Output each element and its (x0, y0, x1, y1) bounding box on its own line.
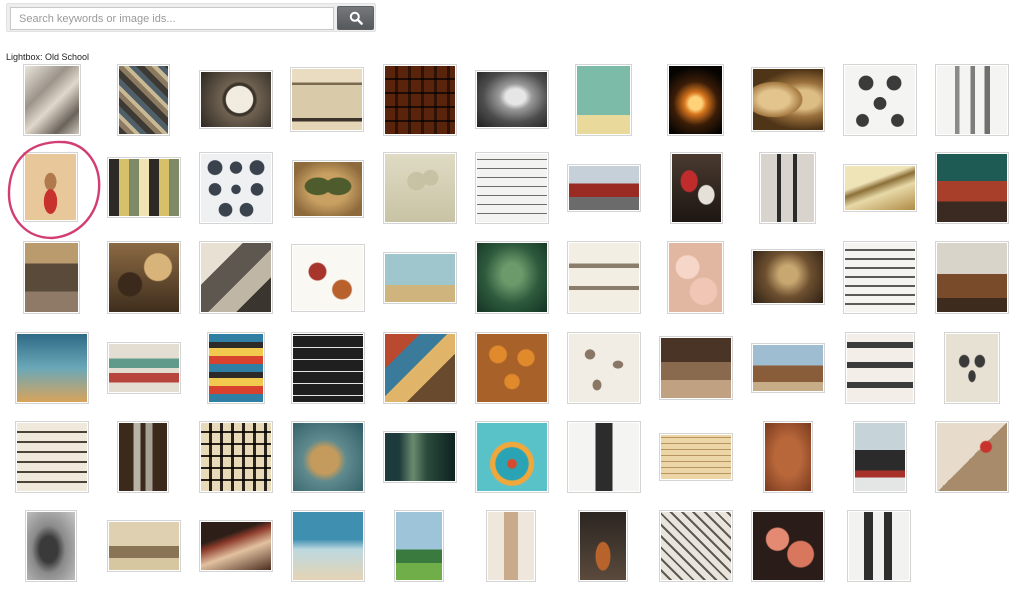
thumb-r4-c1[interactable] (15, 332, 89, 404)
thumb-r3-c2[interactable] (107, 241, 181, 314)
thumb-r5-c1[interactable] (15, 421, 89, 493)
thumb-r6-c5[interactable] (394, 510, 444, 582)
thumb-r2-c5[interactable] (383, 152, 457, 224)
thumb-r4-c11[interactable] (944, 332, 1000, 404)
thumb-r4-c3[interactable] (207, 332, 265, 404)
thumb-r1-c6[interactable] (475, 70, 549, 129)
thumb-r6-c8[interactable] (659, 510, 733, 582)
thumb-r6-c10[interactable] (847, 510, 911, 582)
thumb-r6-c1[interactable] (25, 510, 77, 582)
thumb-r3-c8[interactable] (667, 241, 724, 314)
thumb-r3-c6[interactable] (475, 241, 549, 314)
thumb-r5-c3[interactable] (199, 421, 273, 493)
thumb-r2-c1[interactable] (23, 152, 78, 222)
thumb-r1-c2[interactable] (117, 64, 170, 136)
thumb-r3-c5[interactable] (383, 252, 457, 304)
thumb-r6-c9[interactable] (751, 510, 825, 582)
thumb-r4-c5[interactable] (383, 332, 457, 404)
thumb-r2-c6[interactable] (475, 152, 549, 224)
thumb-r1-c1[interactable] (23, 64, 81, 136)
thumb-r2-c11[interactable] (935, 152, 1009, 224)
thumb-r3-c1[interactable] (23, 241, 80, 314)
thumb-r5-c10[interactable] (853, 421, 907, 493)
thumb-r4-c6[interactable] (475, 332, 549, 404)
thumb-r5-c9[interactable] (763, 421, 813, 493)
thumb-r1-c7[interactable] (575, 64, 632, 136)
thumb-r4-c4[interactable] (291, 332, 365, 404)
thumb-r3-c4[interactable] (291, 244, 365, 312)
thumb-r1-c5[interactable] (383, 64, 457, 136)
thumb-r1-c11[interactable] (935, 64, 1009, 136)
thumb-r2-c10[interactable] (843, 164, 917, 212)
thumb-r3-c10[interactable] (843, 241, 917, 314)
thumb-r5-c4[interactable] (291, 421, 365, 493)
thumb-r5-c6[interactable] (475, 421, 549, 493)
thumb-r2-c8[interactable] (670, 152, 723, 224)
thumb-r5-c11[interactable] (935, 421, 1009, 493)
thumb-r3-c3[interactable] (199, 241, 273, 314)
lightbox-page: Lightbox: Old School (0, 0, 1024, 610)
thumb-r2-c4[interactable] (292, 160, 364, 218)
thumb-r6-c3[interactable] (199, 520, 273, 572)
thumb-r5-c7[interactable] (567, 421, 641, 493)
thumb-r5-c2[interactable] (117, 421, 169, 493)
thumb-r5-c5[interactable] (383, 431, 457, 483)
thumb-r4-c10[interactable] (845, 332, 915, 404)
thumb-r1-c4[interactable] (290, 67, 364, 132)
thumb-r2-c9[interactable] (759, 152, 816, 224)
thumb-r6-c2[interactable] (107, 520, 181, 572)
thumbnail-grid (0, 0, 1024, 610)
thumb-r4-c9[interactable] (751, 343, 825, 393)
thumb-r1-c8[interactable] (667, 64, 724, 136)
thumb-r2-c3[interactable] (199, 152, 273, 224)
thumb-r4-c8[interactable] (659, 336, 733, 400)
thumb-r6-c6[interactable] (486, 510, 536, 582)
thumb-r3-c7[interactable] (567, 241, 641, 314)
thumb-r3-c9[interactable] (751, 249, 825, 305)
thumb-r4-c2[interactable] (107, 342, 181, 394)
thumb-r6-c7[interactable] (578, 510, 628, 582)
thumb-r1-c9[interactable] (751, 67, 825, 132)
thumb-r2-c7[interactable] (567, 164, 641, 212)
thumb-r1-c3[interactable] (199, 70, 273, 129)
thumb-r2-c2[interactable] (107, 157, 181, 218)
thumb-r3-c11[interactable] (935, 241, 1009, 314)
thumb-r6-c4[interactable] (291, 510, 365, 582)
thumb-r1-c10[interactable] (843, 64, 917, 136)
thumb-r5-c8[interactable] (659, 433, 733, 481)
thumb-r4-c7[interactable] (567, 332, 641, 404)
